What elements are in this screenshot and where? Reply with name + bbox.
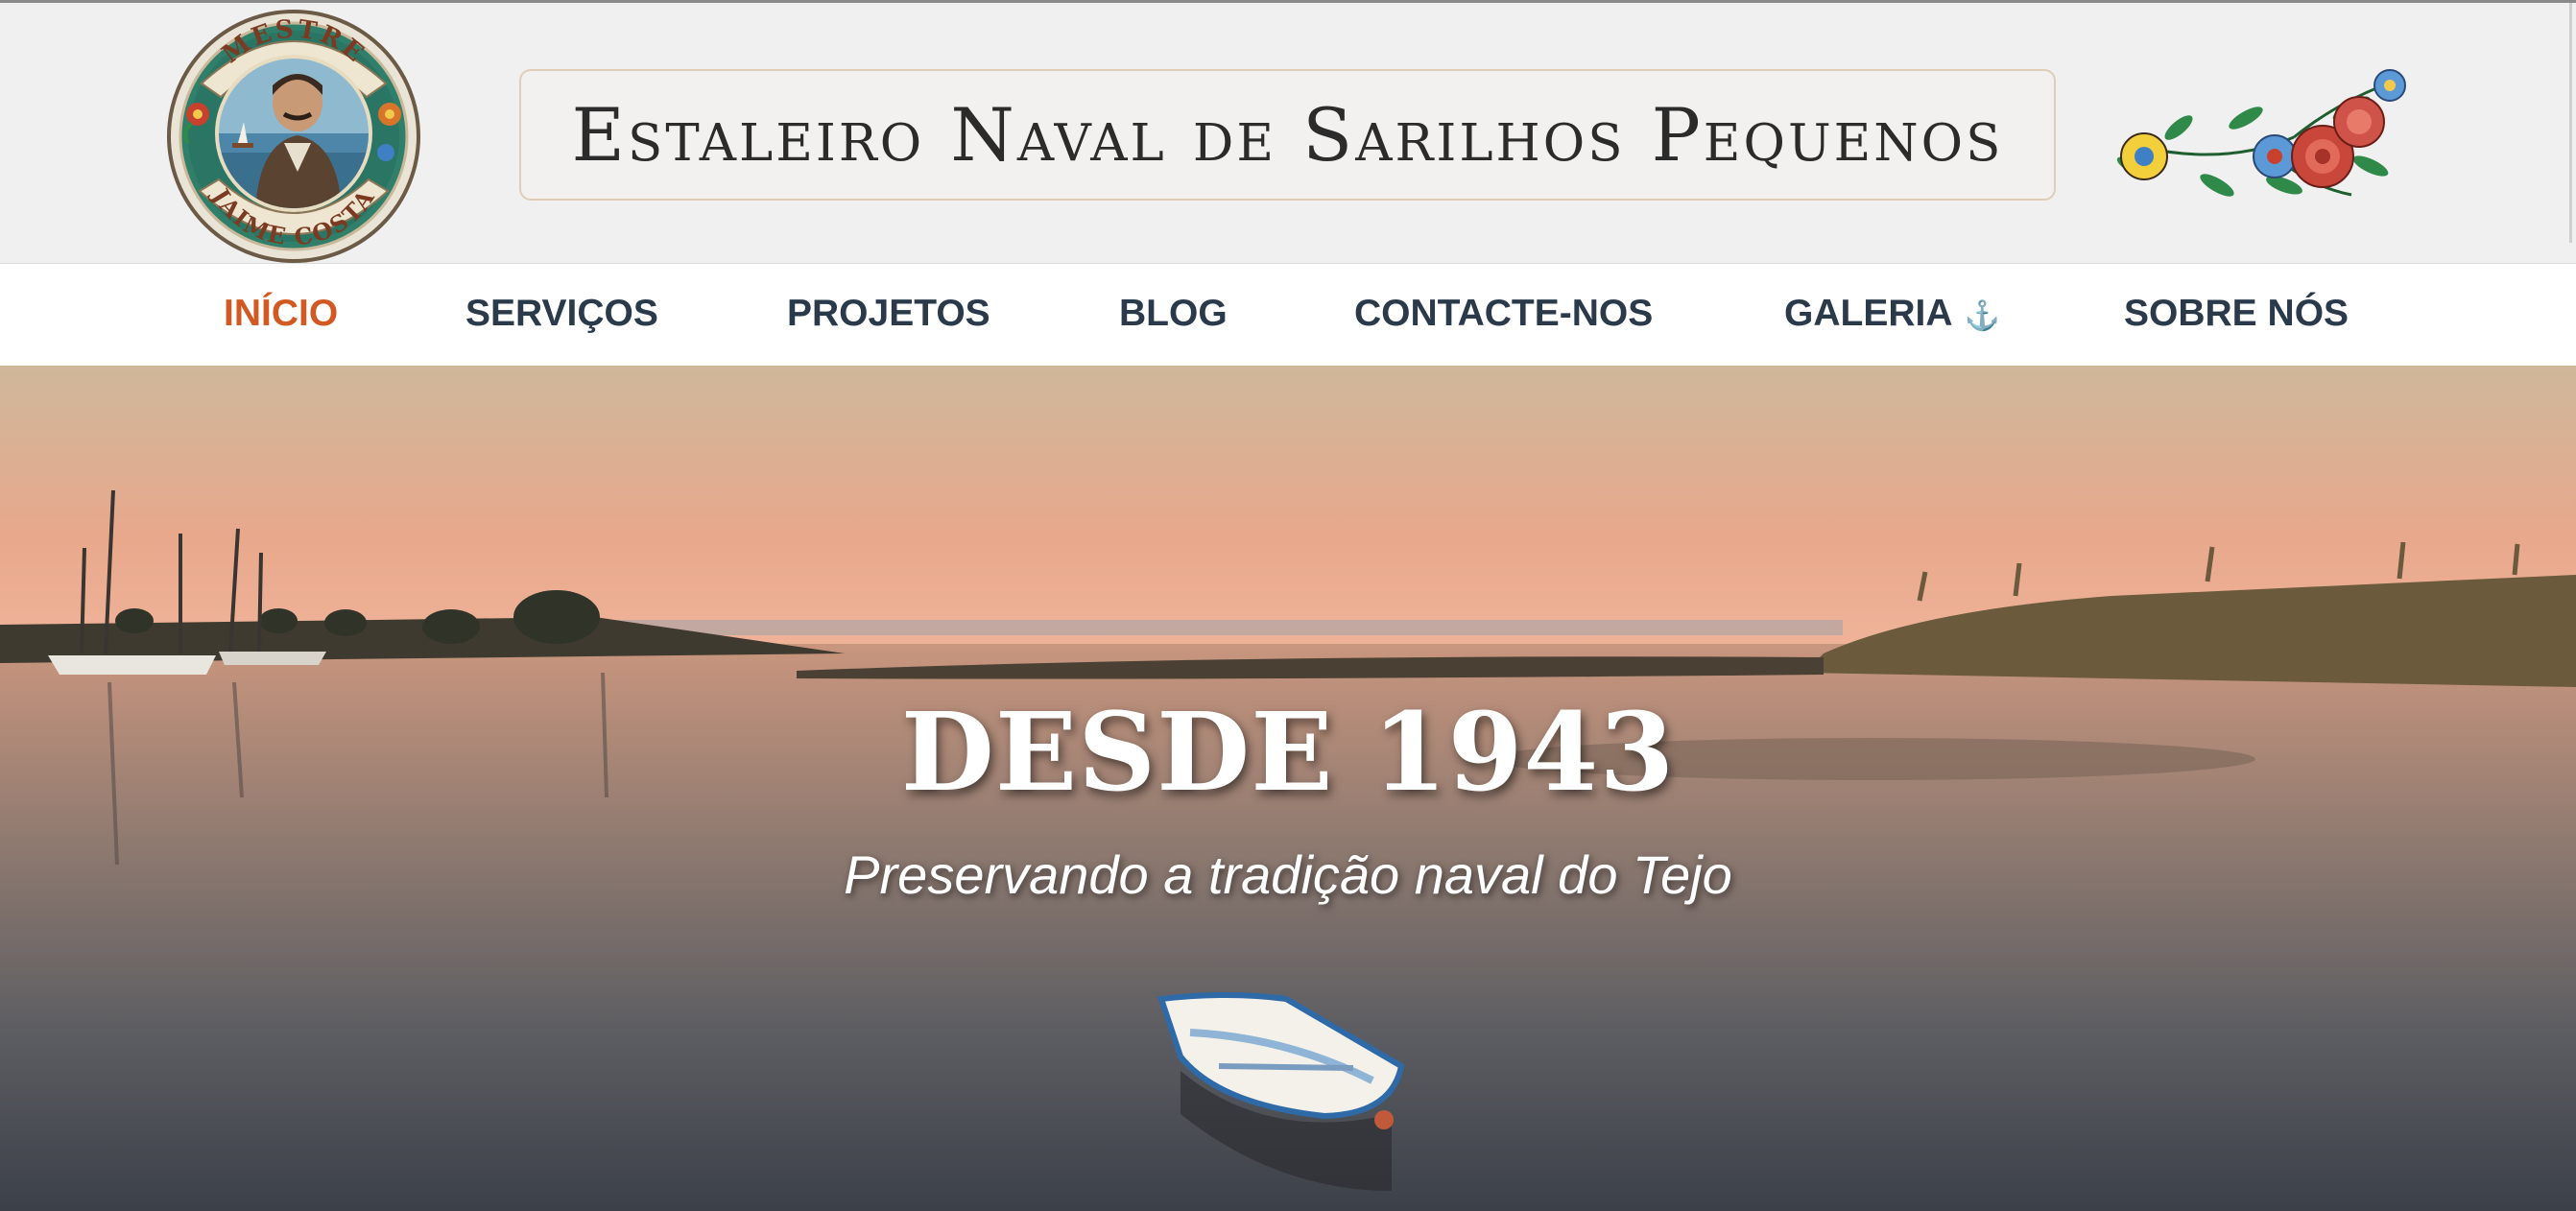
mestre-jaime-costa-logo[interactable]: MESTRE JAIME COSTA [163, 9, 424, 264]
site-title-frame: Estaleiro Naval de Sarilhos Pequenos [519, 69, 2056, 201]
nav-item-contacte-nos[interactable]: CONTACTE-NOS [1354, 293, 1653, 335]
nav-item-inicio[interactable]: INÍCIO [224, 293, 338, 335]
anchor-icon: ⚓ [1964, 300, 2000, 332]
scrollbar-edge [2569, 3, 2572, 243]
nav-item-galeria[interactable]: GALERIA ⚓ [1784, 293, 2000, 335]
decorative-flowers-icon [2116, 69, 2406, 197]
nav-item-projetos[interactable]: PROJETOS [787, 293, 990, 335]
hero-subheading: Preservando a tradição naval do Tejo [844, 844, 1732, 905]
yellow-flower [2120, 132, 2168, 180]
site-header: MESTRE JAIME COSTA Estaleiro Naval de Sa… [0, 0, 2576, 263]
nav-item-blog[interactable]: BLOG [1119, 293, 1228, 335]
nav-item-galeria-label: GALERIA [1784, 293, 1953, 334]
red-rose-2 [2333, 96, 2385, 148]
blue-flower-1 [2253, 134, 2297, 178]
nav-item-sobre-nos[interactable]: SOBRE NÓS [2124, 293, 2349, 335]
hero-heading: DESDE 1943 [900, 690, 1676, 816]
main-navigation: INÍCIO SERVIÇOS PROJETOS BLOG CONTACTE-N… [0, 263, 2576, 366]
blue-flower-2 [2373, 69, 2406, 102]
hero-banner: DESDE 1943 Preservando a tradição naval … [0, 366, 2576, 1211]
nav-item-servicos[interactable]: SERVIÇOS [465, 293, 658, 335]
site-title: Estaleiro Naval de Sarilhos Pequenos [571, 92, 2004, 178]
